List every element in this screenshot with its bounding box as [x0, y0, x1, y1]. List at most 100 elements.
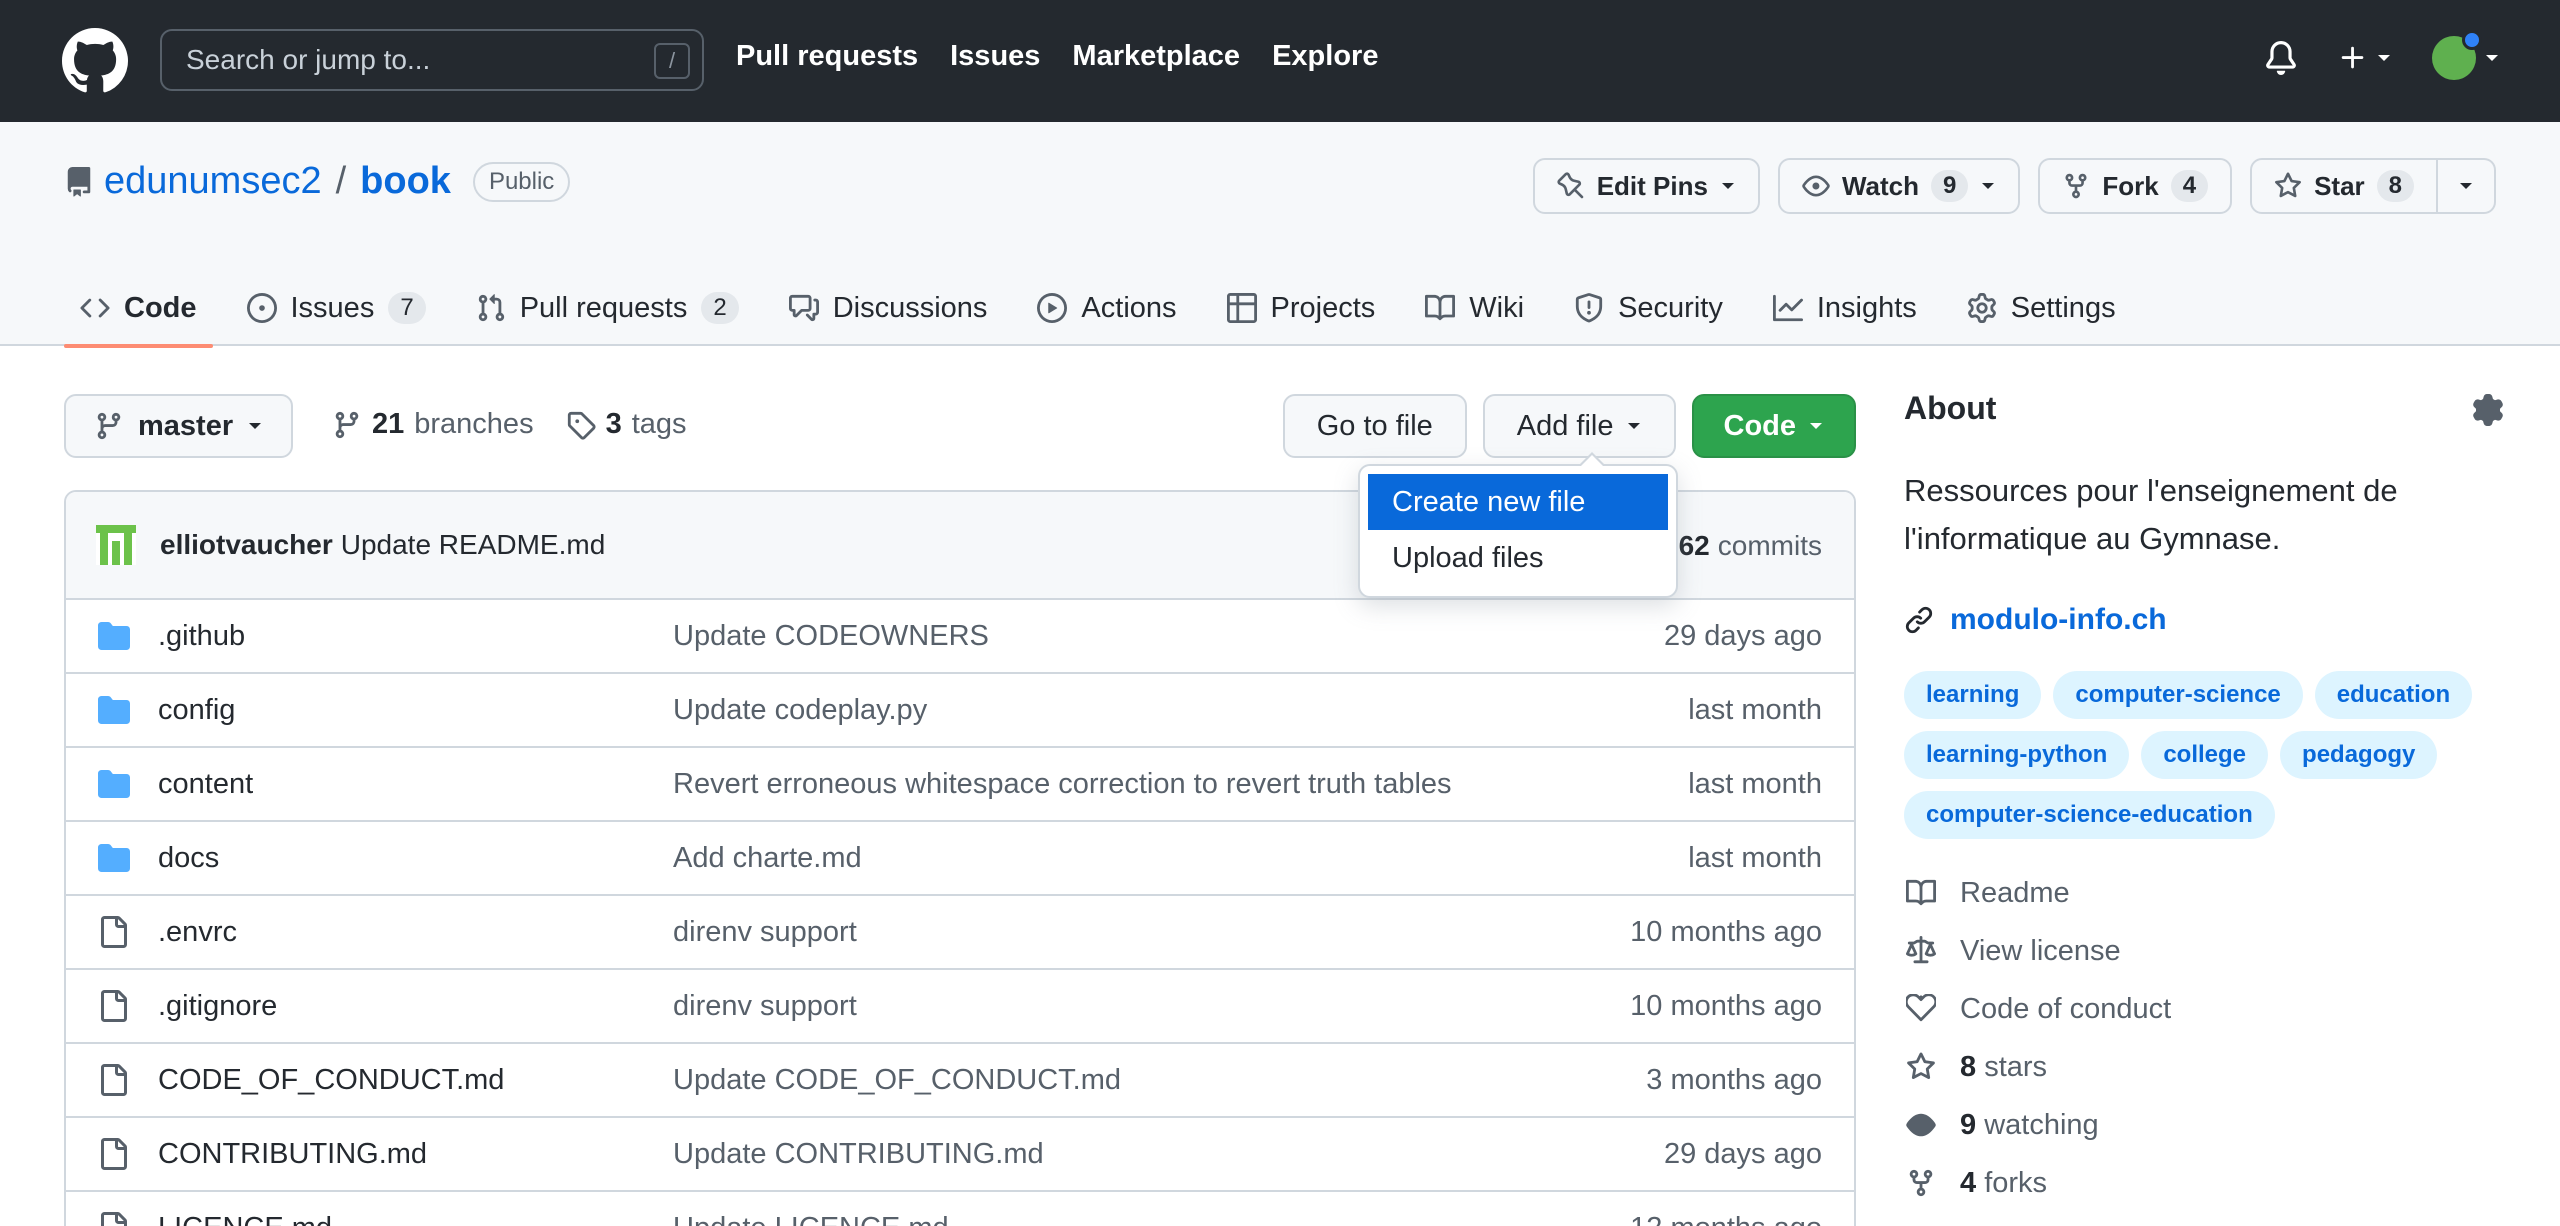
file-name-link[interactable]: .envrc	[158, 916, 673, 949]
file-name-link[interactable]: docs	[158, 842, 673, 875]
file-age: 10 months ago	[1630, 915, 1822, 948]
watching-link[interactable]: 9 watching	[1904, 1107, 2504, 1143]
file-name-link[interactable]: .gitignore	[158, 990, 673, 1023]
repo-header: edunumsec2 / book Public Edit Pins Watch…	[0, 122, 2560, 348]
homepage-link[interactable]: modulo-info.ch	[1904, 603, 2504, 637]
create-new-button[interactable]	[2338, 43, 2392, 73]
star-count: 8	[2376, 170, 2414, 202]
user-menu-button[interactable]	[2432, 30, 2500, 80]
tab-projects[interactable]: Projects	[1211, 270, 1392, 346]
stars-link[interactable]: 8 stars	[1904, 1049, 2504, 1085]
stars-label: stars	[1984, 1050, 2048, 1083]
fork-icon	[2062, 172, 2090, 200]
file-name-link[interactable]: LICENCE.md	[158, 1212, 673, 1226]
add-file-button[interactable]: Add file	[1482, 394, 1676, 458]
tab-issues[interactable]: Issues 7	[231, 270, 442, 346]
go-to-file-label: Go to file	[1316, 409, 1433, 442]
topic-tag[interactable]: college	[2141, 731, 2269, 779]
global-nav: Pull requests Issues Marketplace Explore	[736, 40, 1378, 73]
tab-pull-requests[interactable]: Pull requests 2	[460, 270, 755, 346]
repo-actions: Edit Pins Watch 9 Fork 4 Star 8	[1532, 158, 2496, 214]
nav-pull-requests[interactable]: Pull requests	[736, 40, 918, 73]
tab-settings[interactable]: Settings	[1951, 270, 2132, 346]
tab-label: Projects	[1270, 291, 1376, 324]
bell-icon[interactable]	[2264, 41, 2298, 75]
tab-insights[interactable]: Insights	[1757, 270, 1933, 346]
commits-link[interactable]: 62 commits	[1679, 530, 1822, 562]
file-icon	[96, 914, 132, 950]
repo-owner-link[interactable]: edunumsec2	[104, 160, 322, 203]
caret-down-icon	[2376, 50, 2392, 66]
avatar[interactable]	[96, 525, 136, 565]
topic-tag[interactable]: computer-science	[2053, 671, 2303, 719]
repo-tabs: Code Issues 7 Pull requests 2 Discussion…	[64, 270, 2150, 348]
tab-actions[interactable]: Actions	[1021, 270, 1192, 346]
menu-item-create-new-file[interactable]: Create new file	[1368, 474, 1668, 530]
go-to-file-button[interactable]: Go to file	[1282, 394, 1467, 458]
search-shortcut-badge: /	[654, 43, 690, 79]
nav-explore[interactable]: Explore	[1272, 40, 1378, 73]
commit-author-link[interactable]: elliotvaucher	[160, 529, 333, 561]
github-logo-icon[interactable]	[62, 28, 128, 94]
topic-tag[interactable]: learning	[1904, 671, 2042, 719]
repo-name-link[interactable]: book	[360, 160, 451, 203]
file-icon	[96, 1210, 132, 1226]
file-name-link[interactable]: content	[158, 768, 673, 801]
menu-item-upload-files[interactable]: Upload files	[1360, 530, 1676, 586]
branch-select-button[interactable]: master	[64, 394, 294, 458]
file-name-link[interactable]: CONTRIBUTING.md	[158, 1138, 673, 1171]
nav-issues[interactable]: Issues	[950, 40, 1040, 73]
caret-down-icon	[1980, 178, 1996, 194]
file-name-link[interactable]: CODE_OF_CONDUCT.md	[158, 1064, 673, 1097]
watch-button[interactable]: Watch 9	[1777, 158, 2021, 214]
tab-code[interactable]: Code	[64, 270, 213, 348]
play-icon	[1037, 293, 1068, 323]
file-commit-message-link[interactable]: Add charte.md	[673, 842, 1824, 875]
fork-icon	[1904, 1166, 1938, 1200]
branches-count: 21	[372, 408, 405, 440]
tab-count: 7	[388, 292, 426, 324]
commit-message-link[interactable]: Update README.md	[341, 529, 606, 561]
table-row: .github Update CODEOWNERS 29 days ago	[66, 600, 1854, 674]
add-file-dropdown-menu: Create new file Upload files	[1358, 452, 1678, 598]
topic-tag[interactable]: pedagogy	[2280, 731, 2438, 779]
tab-security[interactable]: Security	[1558, 270, 1739, 346]
file-commit-message-link[interactable]: Update CONTRIBUTING.md	[673, 1138, 1824, 1171]
file-commit-message-link[interactable]: Update CODEOWNERS	[673, 620, 1824, 653]
readme-link[interactable]: Readme	[1904, 875, 2504, 911]
fork-button[interactable]: Fork 4	[2038, 158, 2233, 214]
topic-tag[interactable]: education	[2314, 671, 2473, 719]
file-commit-message-link[interactable]: Revert erroneous whitespace correction t…	[673, 768, 1824, 801]
code-of-conduct-link[interactable]: Code of conduct	[1904, 991, 2504, 1027]
file-commit-message-link[interactable]: Update codeplay.py	[673, 694, 1824, 727]
folder-icon	[96, 766, 132, 802]
edit-pins-button[interactable]: Edit Pins	[1532, 158, 1760, 214]
file-name-link[interactable]: config	[158, 694, 673, 727]
star-button[interactable]: Star 8	[2250, 158, 2438, 214]
gear-icon[interactable]	[2472, 394, 2504, 426]
branches-link[interactable]: 21 branches	[332, 408, 534, 441]
topics-list: learning computer-science education lear…	[1904, 671, 2504, 839]
license-link[interactable]: View license	[1904, 933, 2504, 969]
watch-label: Watch	[1841, 170, 1919, 201]
forks-link[interactable]: 4 forks	[1904, 1165, 2504, 1201]
repo-separator: /	[335, 160, 347, 202]
tab-wiki[interactable]: Wiki	[1409, 270, 1540, 346]
star-list-dropdown[interactable]	[2438, 158, 2496, 214]
nav-marketplace[interactable]: Marketplace	[1072, 40, 1240, 73]
forks-count: 4	[1960, 1166, 1977, 1199]
search-input[interactable]: Search or jump to... /	[160, 29, 704, 91]
topic-tag[interactable]: learning-python	[1904, 731, 2130, 779]
tags-link[interactable]: 3 tags	[566, 408, 687, 441]
shield-icon	[1574, 293, 1604, 323]
topic-tag[interactable]: computer-science-education	[1904, 791, 2275, 839]
tab-discussions[interactable]: Discussions	[773, 270, 1004, 346]
caret-down-icon	[1808, 418, 1824, 434]
tags-label: tags	[631, 408, 687, 440]
code-button[interactable]: Code	[1691, 394, 1856, 458]
readme-label: Readme	[1960, 876, 2070, 909]
repo-icon	[64, 166, 94, 197]
add-file-label: Add file	[1516, 409, 1614, 442]
tag-icon	[566, 410, 596, 440]
file-name-link[interactable]: .github	[158, 620, 673, 653]
